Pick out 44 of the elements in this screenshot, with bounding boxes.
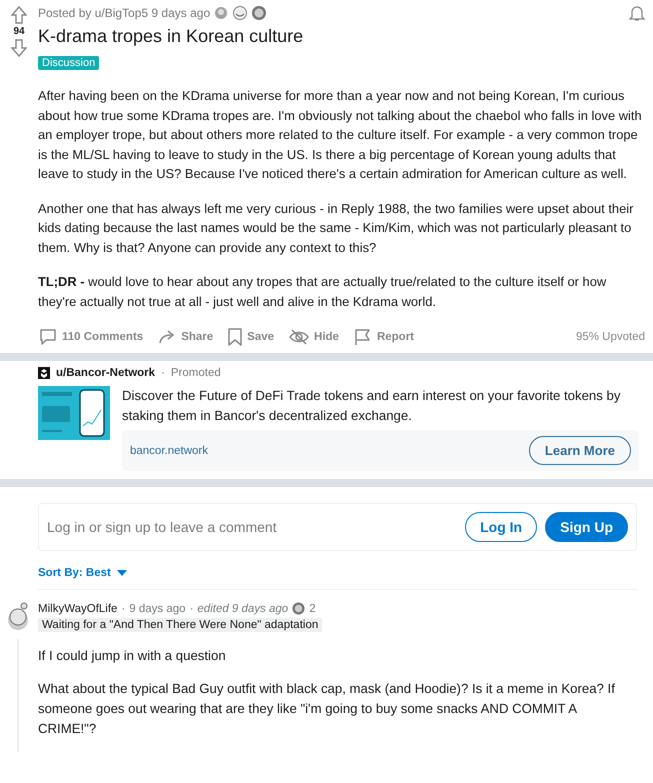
separator-dot: · xyxy=(161,367,165,379)
upvote-ratio: 95% Upvoted xyxy=(576,331,645,343)
award-icon xyxy=(232,5,248,21)
comments-button[interactable]: 110 Comments xyxy=(38,327,144,347)
hidden-eye-icon xyxy=(288,327,310,347)
comment-paragraph: What about the typical Bad Guy outfit with black cap, mask (and Hoodie)? Is it a meme in Korea? If someone goes out wearing that are they like "i'm going to buy some snacks AND COMMIT A CRIME!"? xyxy=(38,680,616,738)
award-icon xyxy=(292,602,306,615)
save-button[interactable]: Save xyxy=(227,327,274,347)
learn-more-button[interactable]: Learn More xyxy=(528,436,631,465)
comment-time: 9 days ago xyxy=(129,602,186,614)
award-icon xyxy=(251,5,268,21)
post-byline: Posted by u/BigTop5 9 days ago xyxy=(38,6,210,20)
post-paragraph: Another one that has always left me very curious - in Reply 1988, the two families were upset about their kids dating because the last names would be the same - Kim/Kim, which was not particularly pleasant to them. Why is that? Anyone can provide any context to this? xyxy=(38,200,634,257)
caret-icon xyxy=(116,570,127,576)
post-paragraph: TL;DR - would love to hear about any tropes that are actually true/related to the culture itself or how they're actually not true at all - just well and alive in the Kdrama world. xyxy=(38,273,608,311)
notification-bell-icon[interactable] xyxy=(629,4,645,22)
logo-icon xyxy=(38,367,50,379)
award-count: 2 xyxy=(309,602,316,614)
upvote-arrow-icon[interactable] xyxy=(11,6,27,24)
sort-dropdown[interactable]: Sort By: Best xyxy=(38,567,127,579)
comment-input-field[interactable]: Log in or sign up to leave a comment xyxy=(47,519,458,535)
hide-button[interactable]: Hide xyxy=(288,327,339,347)
post-title: K-drama tropes in Korean culture xyxy=(38,26,304,47)
ad-text: Discover the Future of DeFi Trade tokens and earn interest on your favorite tokens by staking them in Bancor's decentralized exchange. xyxy=(122,387,622,425)
promoted-label: Promoted xyxy=(170,367,221,379)
user-flair: Waiting for a "And Then There Were None" adaptation xyxy=(38,618,322,632)
advertiser-name[interactable]: u/Bancor-Network xyxy=(56,367,156,379)
flair-tag[interactable]: Discussion xyxy=(38,56,100,70)
comment-paragraph: If I could jump in with a question xyxy=(38,647,227,665)
vote-count: 94 xyxy=(13,26,25,37)
sign-up-button[interactable]: Sign Up xyxy=(545,512,628,542)
share-button[interactable]: Share xyxy=(157,327,214,347)
post-paragraph: After having been on the KDrama universe for more than a year now and not being Korean, I'm curious about how true some KDrama tropes are. I'm obviously not talking about the chaebol who falls in love with an employer trope, but about others more related to the culture itself. For example - a very common trope is the ML/SL having to leave to study in the US. Is there a big percentage of Korean young adults that leave to study in the US? Because I've noticed there's a certain admiration for American culture as well. xyxy=(38,87,643,183)
separator-dot: · xyxy=(190,602,194,614)
speech-bubble-icon xyxy=(38,327,58,347)
comment-author[interactable]: MilkyWayOfLife xyxy=(38,602,118,614)
award-icon xyxy=(213,5,230,21)
edited-label: edited 9 days ago xyxy=(197,602,288,614)
bookmark-icon xyxy=(227,327,244,347)
ad-domain-link[interactable]: bancor.network xyxy=(130,444,208,456)
downvote-arrow-icon[interactable] xyxy=(11,39,27,57)
log-in-button[interactable]: Log In xyxy=(465,512,538,542)
report-button[interactable]: Report xyxy=(352,327,414,347)
separator-dot: · xyxy=(121,602,126,614)
